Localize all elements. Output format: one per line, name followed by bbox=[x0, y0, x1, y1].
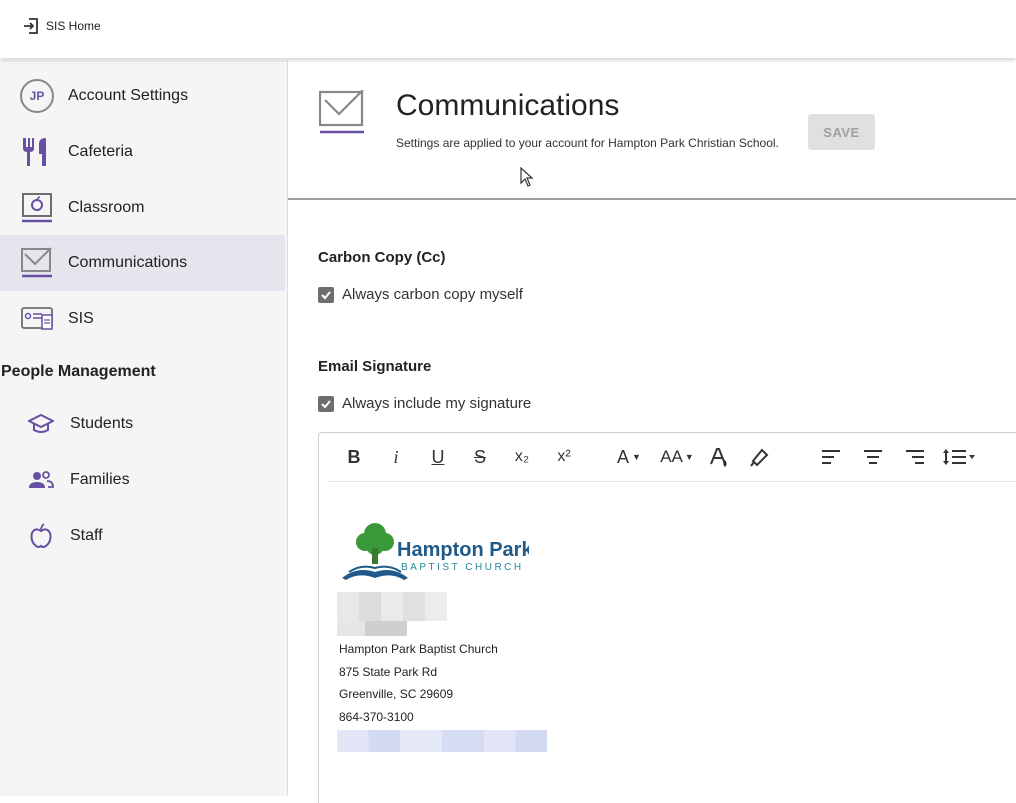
editor-toolbar: B i U S x₂ x² A ▼ AA ▼ bbox=[329, 433, 1016, 482]
signature-checkbox[interactable] bbox=[318, 395, 334, 412]
signature-checkbox-row[interactable]: Always include my signature bbox=[318, 395, 531, 412]
sidebar-item-families[interactable]: Families bbox=[0, 452, 285, 508]
align-left-button[interactable] bbox=[819, 443, 843, 471]
carbon-copy-label: Always carbon copy myself bbox=[342, 286, 523, 303]
signature-line: 875 State Park Rd bbox=[339, 665, 438, 679]
login-arrow-icon bbox=[24, 18, 38, 34]
classroom-board-icon bbox=[18, 190, 56, 226]
sidebar-item-sis[interactable]: SIS bbox=[0, 291, 285, 347]
signature-line: 864-370-3100 bbox=[339, 710, 414, 724]
sidebar-item-label: SIS bbox=[68, 310, 94, 327]
highlight-button[interactable] bbox=[747, 443, 771, 471]
highlighter-icon bbox=[750, 448, 769, 467]
id-card-icon bbox=[18, 301, 56, 337]
align-right-button[interactable] bbox=[903, 443, 927, 471]
text-color-button[interactable] bbox=[707, 443, 731, 471]
caret-down-icon: ▼ bbox=[632, 452, 641, 462]
sidebar-item-label: Classroom bbox=[68, 199, 145, 216]
sidebar-item-classroom[interactable]: Classroom bbox=[0, 180, 285, 236]
carbon-copy-checkbox[interactable] bbox=[318, 286, 334, 303]
sidebar-item-label: Cafeteria bbox=[68, 143, 133, 160]
text-color-icon bbox=[710, 448, 727, 467]
sidebar-item-staff[interactable]: Staff bbox=[0, 508, 285, 564]
line-height-button[interactable] bbox=[941, 443, 977, 471]
caret-down-icon: ▼ bbox=[684, 452, 694, 462]
page-subtitle: Settings are applied to your account for… bbox=[396, 136, 779, 150]
font-family-label: A bbox=[617, 446, 630, 467]
people-icon bbox=[26, 462, 56, 498]
fork-knife-icon bbox=[18, 134, 56, 170]
sis-home-label: SIS Home bbox=[46, 19, 101, 33]
redacted-title bbox=[337, 621, 407, 636]
signature-label: Always include my signature bbox=[342, 395, 532, 412]
sidebar-item-label: Families bbox=[70, 471, 130, 488]
sidebar-item-account-settings[interactable]: JP Account Settings bbox=[0, 68, 285, 124]
align-right-icon bbox=[906, 450, 924, 464]
sidebar-item-cafeteria[interactable]: Cafeteria bbox=[0, 124, 285, 180]
page-title: Communications bbox=[396, 89, 620, 122]
superscript-button[interactable]: x² bbox=[551, 443, 577, 471]
email-signature-title: Email Signature bbox=[318, 358, 432, 375]
sidebar-item-communications[interactable]: Communications bbox=[0, 235, 285, 291]
underline-button[interactable]: U bbox=[427, 443, 449, 471]
sidebar-item-label: Staff bbox=[70, 527, 103, 544]
italic-button[interactable]: i bbox=[385, 443, 407, 471]
font-size-button[interactable]: AA ▼ bbox=[659, 443, 695, 471]
svg-text:BAPTIST CHURCH: BAPTIST CHURCH bbox=[401, 562, 524, 573]
sidebar-item-label: Account Settings bbox=[68, 87, 189, 104]
sidebar: JP Account Settings Cafeteria Classroom bbox=[0, 60, 288, 796]
checkbox-mail-icon bbox=[319, 90, 364, 134]
align-left-icon bbox=[822, 450, 840, 464]
checkbox-mail-icon bbox=[18, 245, 56, 281]
signature-line: Greenville, SC 29609 bbox=[339, 687, 454, 701]
subscript-button[interactable]: x₂ bbox=[509, 443, 535, 471]
carbon-copy-checkbox-row[interactable]: Always carbon copy myself bbox=[318, 286, 523, 303]
graduation-cap-icon bbox=[26, 406, 56, 442]
checkmark-icon bbox=[321, 399, 331, 408]
line-height-icon bbox=[943, 449, 975, 465]
redacted-email-link bbox=[337, 730, 547, 752]
font-family-button[interactable]: A ▼ bbox=[613, 443, 645, 471]
carbon-copy-title: Carbon Copy (Cc) bbox=[318, 249, 446, 266]
sis-home-link[interactable]: SIS Home bbox=[22, 17, 101, 35]
align-center-button[interactable] bbox=[861, 443, 885, 471]
people-management-heading: People Management bbox=[1, 363, 156, 380]
header-divider bbox=[288, 198, 1016, 200]
redacted-name bbox=[337, 592, 447, 621]
sidebar-item-label: Communications bbox=[68, 254, 188, 271]
strikethrough-button[interactable]: S bbox=[469, 443, 491, 471]
align-center-icon bbox=[864, 450, 882, 464]
checkmark-icon bbox=[321, 290, 331, 299]
main-content: Communications Settings are applied to y… bbox=[288, 60, 1016, 803]
top-bar: SIS Home bbox=[0, 0, 1016, 58]
mouse-cursor-icon bbox=[520, 167, 534, 187]
signature-line: Hampton Park Baptist Church bbox=[339, 642, 498, 656]
svg-text:Hampton Park: Hampton Park bbox=[397, 539, 529, 561]
sidebar-item-students[interactable]: Students bbox=[0, 396, 285, 452]
save-button[interactable]: SAVE bbox=[808, 114, 875, 150]
signature-editor[interactable]: B i U S x₂ x² A ▼ AA ▼ Hampton Park BAPT… bbox=[318, 432, 1016, 803]
bold-button[interactable]: B bbox=[343, 443, 365, 471]
hampton-park-logo: Hampton Park BAPTIST CHURCH bbox=[339, 518, 529, 584]
sidebar-item-label: Students bbox=[70, 415, 134, 432]
apple-icon bbox=[26, 518, 56, 554]
avatar: JP bbox=[20, 79, 54, 113]
font-size-label: AA bbox=[660, 447, 683, 466]
